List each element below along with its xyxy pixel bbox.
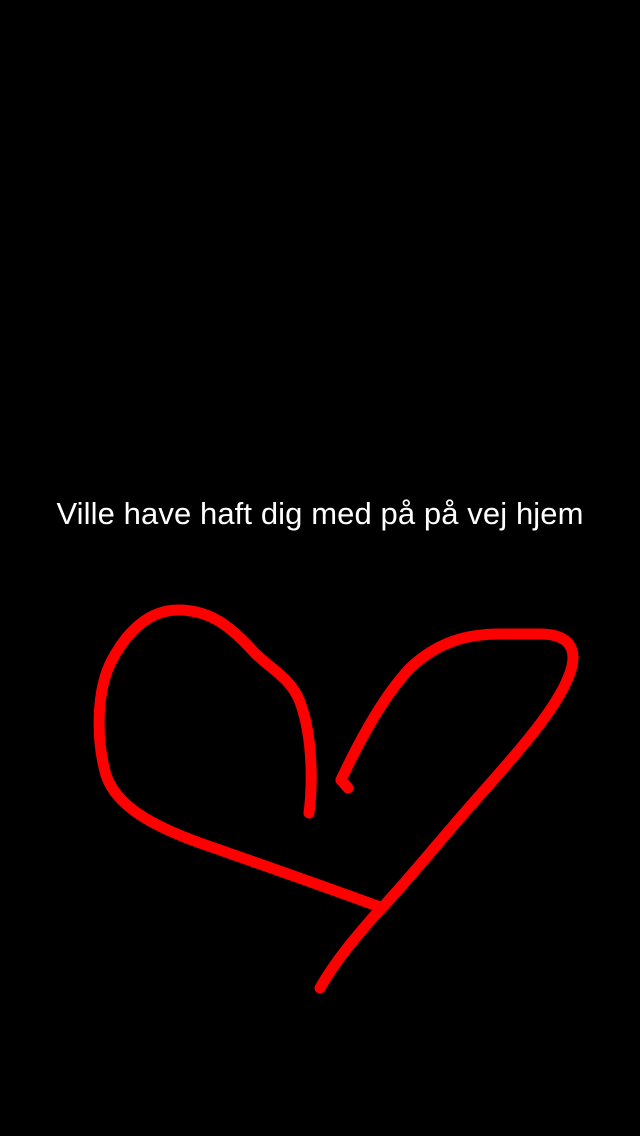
heart-stroke-right <box>314 628 579 994</box>
heart-stroke-notch <box>335 774 354 794</box>
heart-stroke-left <box>93 604 386 913</box>
heart-doodle-icon <box>93 604 579 994</box>
snap-screen: Ville have haft dig med på på vej hjem <box>0 0 640 1136</box>
